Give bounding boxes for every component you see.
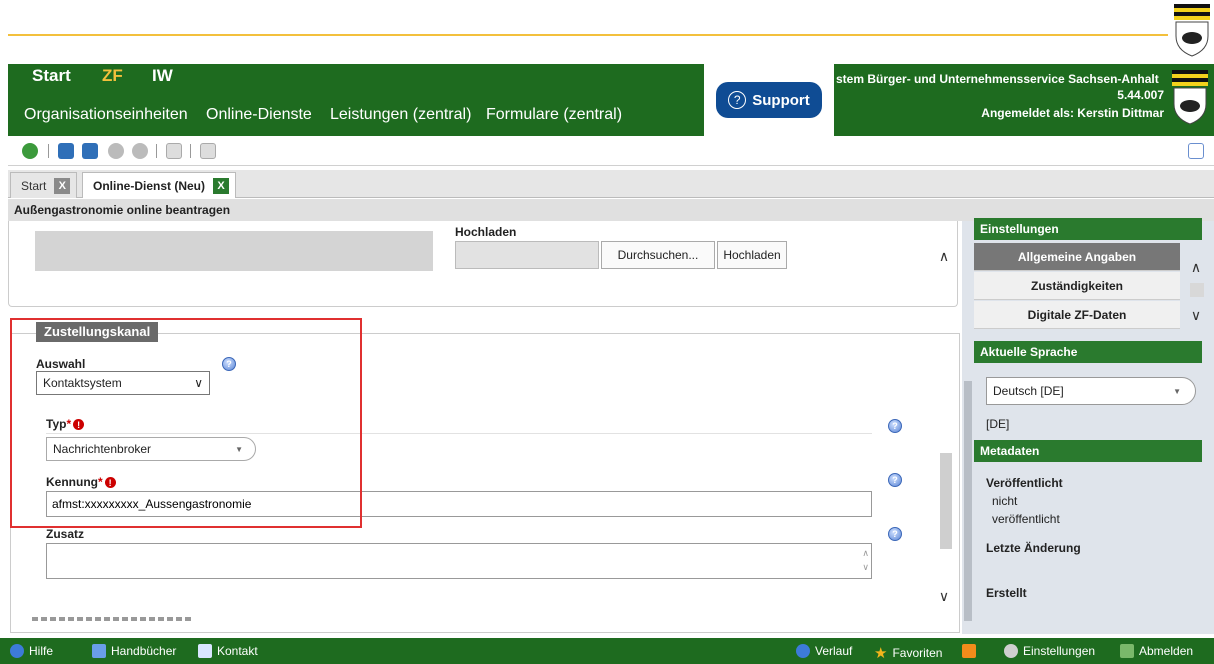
upload-section: Hochladen Durchsuchen... Hochladen [8, 221, 958, 307]
language-value: Deutsch [DE] [993, 384, 1064, 398]
support-area: ? Support [704, 64, 834, 136]
published-value: veröffentlicht [992, 512, 1060, 526]
preview-icon[interactable] [108, 143, 124, 159]
help-icon[interactable]: ? [888, 419, 902, 433]
scrollbar-thumb[interactable] [940, 453, 952, 549]
info-icon [796, 644, 810, 658]
toolbar-separator [48, 144, 49, 158]
question-icon: ? [728, 91, 747, 109]
footer-label: Abmelden [1139, 644, 1194, 658]
language-select[interactable]: Deutsch [DE] ▼ [986, 377, 1196, 405]
footer-favorites[interactable]: ★ Favoriten [874, 644, 942, 662]
tab-online-dienst[interactable]: Online-Dienst (Neu) X [82, 172, 237, 198]
settings-item-zustaendigkeiten[interactable]: Zuständigkeiten [974, 272, 1180, 300]
chevron-up-icon[interactable]: ∧ [1186, 257, 1206, 277]
footer-history[interactable]: Verlauf [796, 644, 852, 658]
close-icon[interactable]: X [54, 177, 71, 194]
scrollbar-thumb[interactable] [1190, 283, 1204, 297]
tab-bar: Start X Online-Dienst (Neu) X [8, 170, 1214, 198]
star-icon: ★ [874, 645, 888, 662]
last-change-label: Letzte Änderung [986, 541, 1081, 555]
top-accent-line [8, 34, 1168, 36]
copy-icon[interactable] [200, 143, 216, 159]
footer-contact[interactable]: Kontakt [198, 644, 258, 658]
coat-of-arms-icon [1172, 70, 1208, 125]
nav-formulare[interactable]: Formulare (zentral) [486, 106, 622, 124]
module-start[interactable]: Start [32, 66, 71, 86]
support-button[interactable]: ? Support [716, 82, 822, 118]
published-value: nicht [992, 494, 1018, 508]
toolbar [8, 137, 1214, 166]
book-icon [92, 644, 106, 658]
help-icon[interactable]: ? [888, 473, 902, 487]
system-title: stem Bürger- und Unternehmensservice Sac… [836, 72, 1159, 86]
tab-start[interactable]: Start X [10, 172, 78, 198]
tab-label: Online-Dienst (Neu) [93, 178, 206, 193]
footer-manuals[interactable]: Handbücher [92, 644, 176, 658]
gear-icon [1004, 644, 1018, 658]
logout-icon [1120, 644, 1134, 658]
highlight-annotation [10, 318, 362, 528]
required-note-text [32, 617, 192, 621]
settings-header: Einstellungen [974, 218, 1202, 240]
settings-item-allgemeine-angaben[interactable]: Allgemeine Angaben [974, 243, 1180, 271]
browse-button[interactable]: Durchsuchen... [601, 241, 715, 269]
nav-leistungen[interactable]: Leistungen (zentral) [330, 106, 471, 124]
rss-icon [962, 644, 976, 658]
coat-of-arms-icon [1174, 4, 1210, 57]
footer-label: Favoriten [892, 646, 943, 660]
nav-online-dienste[interactable]: Online-Dienste [206, 106, 312, 124]
upload-button[interactable]: Hochladen [717, 241, 787, 269]
spinner-arrows-icon[interactable]: ∧ ∨ [862, 546, 869, 574]
version-label: 5.44.007 [1117, 88, 1164, 102]
upload-label: Hochladen [455, 225, 517, 239]
book-icon[interactable] [1188, 143, 1204, 159]
footer-bar: Hilfe Handbücher Kontakt Verlauf ★ Favor… [0, 638, 1214, 664]
chevron-down-icon[interactable]: ∨ [934, 583, 954, 609]
module-iw[interactable]: IW [152, 66, 173, 86]
zusatz-label: Zusatz [46, 527, 85, 541]
toolbar-separator [190, 144, 191, 158]
refresh-icon[interactable] [22, 143, 38, 159]
language-code: [DE] [986, 417, 1010, 431]
right-panel: Einstellungen Allgemeine Angaben Zuständ… [962, 218, 1214, 634]
footer-label: Hilfe [29, 644, 54, 658]
module-zf[interactable]: ZF [102, 66, 123, 86]
footer-logout[interactable]: Abmelden [1120, 644, 1193, 658]
save-icon[interactable] [58, 143, 74, 159]
footer-settings[interactable]: Einstellungen [1004, 644, 1095, 658]
close-icon[interactable]: X [213, 177, 230, 194]
language-header: Aktuelle Sprache [974, 341, 1202, 363]
zusatz-textarea[interactable]: ∧ ∨ [46, 543, 872, 579]
published-label: Veröffentlicht [986, 476, 1063, 490]
footer-label: Handbücher [111, 644, 177, 658]
file-path-field[interactable] [455, 241, 599, 269]
metadata-header: Metadaten [974, 440, 1202, 462]
footer-label: Verlauf [815, 644, 853, 658]
help-icon [10, 644, 24, 658]
chevron-down-icon[interactable]: ∨ [1186, 305, 1206, 325]
settings-item-digitale-zf-daten[interactable]: Digitale ZF-Daten [974, 301, 1180, 329]
logged-in-user: Angemeldet als: Kerstin Dittmar [981, 106, 1164, 120]
chevron-up-icon[interactable]: ∧ [934, 243, 954, 269]
rss-button[interactable] [962, 644, 976, 658]
footer-label: Einstellungen [1023, 644, 1096, 658]
support-label: Support [752, 91, 810, 109]
app-header: Start ZF IW Organisationseinheiten Onlin… [8, 64, 1214, 136]
save-close-icon[interactable] [82, 143, 98, 159]
file-preview-area [35, 231, 433, 271]
mail-icon [198, 644, 212, 658]
nav-organisationseinheiten[interactable]: Organisationseinheiten [24, 106, 188, 124]
help-icon[interactable]: ? [888, 527, 902, 541]
panel-scrollbar[interactable] [964, 381, 972, 621]
footer-help[interactable]: Hilfe [10, 644, 53, 658]
caret-down-icon: ▼ [1173, 386, 1181, 396]
toolbar-separator [156, 144, 157, 158]
window-icon[interactable] [166, 143, 182, 159]
search-icon[interactable] [132, 143, 148, 159]
footer-label: Kontakt [217, 644, 258, 658]
tab-label: Start [21, 178, 47, 193]
created-label: Erstellt [986, 586, 1027, 600]
